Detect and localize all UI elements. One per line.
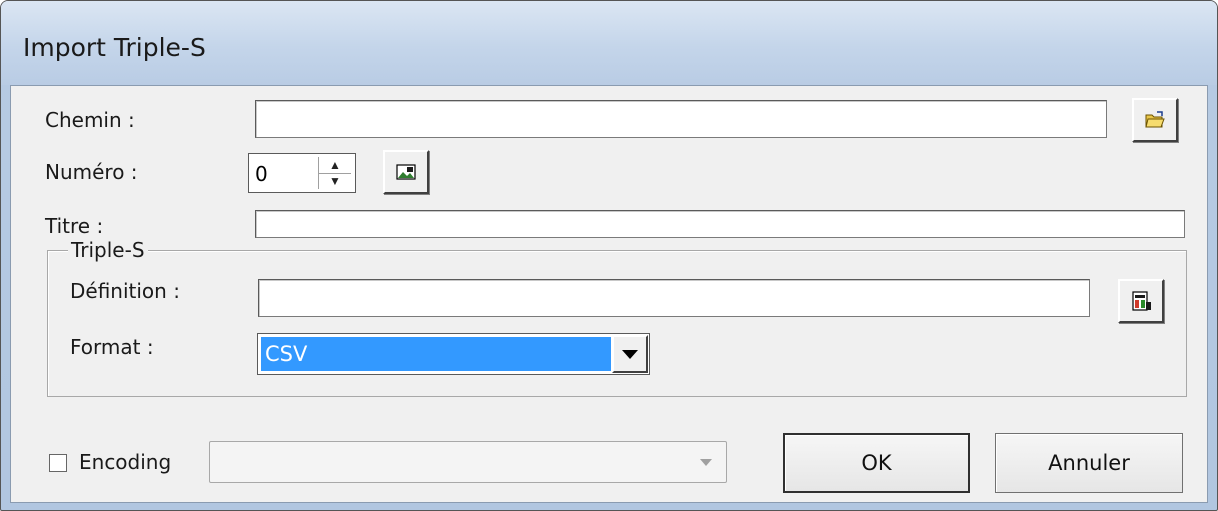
definition-label: Définition : bbox=[70, 279, 180, 303]
titre-label: Titre : bbox=[45, 214, 104, 238]
numero-value[interactable]: 0 bbox=[255, 162, 268, 186]
format-label: Format : bbox=[70, 335, 154, 359]
format-dropdown-button[interactable] bbox=[612, 335, 648, 373]
spin-down-icon[interactable]: ▼ bbox=[319, 173, 351, 189]
spinner-arrows: ▲ ▼ bbox=[318, 157, 351, 189]
encoding-select[interactable] bbox=[209, 441, 727, 483]
chevron-down-icon bbox=[700, 458, 712, 466]
numero-action-button[interactable] bbox=[383, 150, 429, 194]
dialog-client-area: Chemin : Numéro : 0 ▲ ▼ Titre: Triple-S… bbox=[10, 85, 1208, 503]
encoding-label[interactable]: Encoding bbox=[79, 450, 171, 474]
cancel-button[interactable]: Annuler bbox=[995, 433, 1183, 493]
chemin-input[interactable] bbox=[255, 100, 1107, 138]
window-title: Import Triple-S bbox=[23, 33, 206, 62]
numero-label: Numéro : bbox=[45, 160, 138, 184]
titre-input[interactable] bbox=[255, 210, 1185, 238]
browse-chemin-button[interactable] bbox=[1132, 98, 1178, 142]
definition-file-icon bbox=[1132, 291, 1151, 311]
open-folder-icon bbox=[1145, 111, 1165, 128]
chevron-down-icon bbox=[622, 349, 638, 359]
numero-spinner[interactable]: 0 ▲ ▼ bbox=[248, 153, 356, 193]
chemin-label: Chemin : bbox=[45, 108, 135, 132]
import-triple-s-dialog: Import Triple-S Chemin : Numéro : 0 ▲ ▼ bbox=[0, 0, 1218, 511]
image-icon bbox=[396, 164, 416, 180]
triple-s-group-title: Triple-S bbox=[68, 238, 148, 262]
browse-definition-button[interactable] bbox=[1118, 279, 1164, 323]
spin-up-icon[interactable]: ▲ bbox=[319, 157, 351, 174]
definition-input[interactable] bbox=[258, 279, 1090, 317]
ok-button[interactable]: OK bbox=[783, 433, 970, 493]
format-selected-value[interactable]: CSV bbox=[261, 337, 611, 371]
format-select[interactable]: CSV bbox=[257, 333, 650, 375]
title-bar[interactable]: Import Triple-S bbox=[1, 1, 1217, 85]
encoding-checkbox[interactable] bbox=[49, 454, 67, 472]
triple-s-group: Triple-S Définition : Format : CSV bbox=[47, 238, 1187, 397]
encoding-dropdown-button[interactable] bbox=[694, 450, 718, 474]
